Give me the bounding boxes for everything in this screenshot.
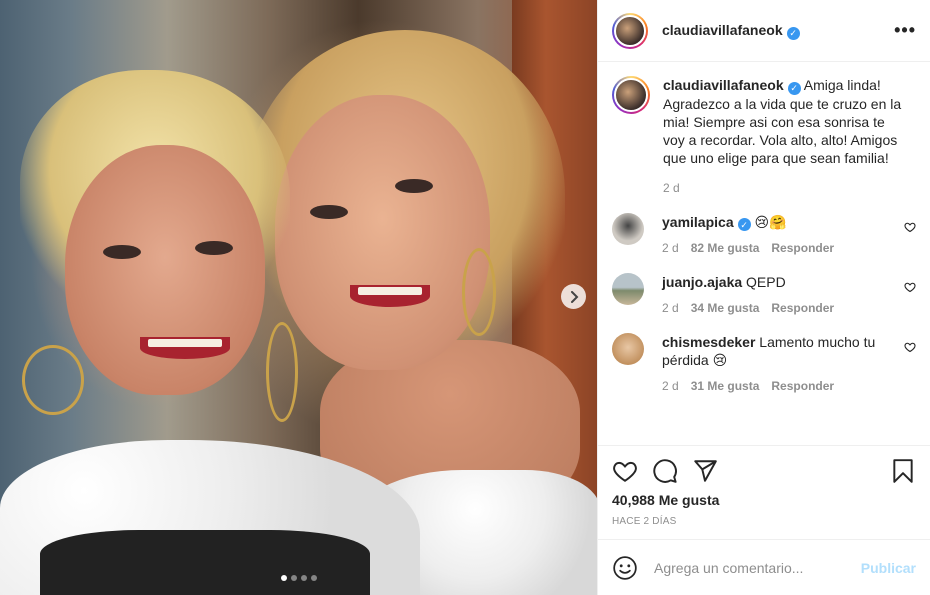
photo-mouth [350,285,430,307]
comment-reply-button[interactable]: Responder [771,241,834,255]
photo-earring [462,248,496,336]
verified-badge-icon: ✓ [786,26,800,40]
caption-text-block: claudiavillafaneok ✓ Amiga linda! Agradez… [663,76,916,167]
comment-input[interactable] [654,559,861,576]
emoji-smiley-icon[interactable] [612,555,638,581]
post-header: claudiavillafaneok ✓ ••• [598,0,930,62]
comment-row: chismesdeker Lamento mucho tu pérdida 😢 … [612,333,916,393]
caption-time[interactable]: 2 d [663,181,680,195]
author-username-wrap: claudiavillafaneok ✓ [662,22,800,40]
carousel-dot [300,575,307,581]
likes-count[interactable]: 40,988 Me gusta [612,492,916,508]
comment-time[interactable]: 2 d [662,241,679,255]
comment-avatar[interactable] [612,212,644,245]
photo-dress-dark [40,530,370,595]
comment-username[interactable]: chismesdeker [662,334,755,350]
photo-eye [395,179,433,193]
comment-meta: 2 d 34 Me gusta Responder [662,301,834,315]
carousel-next-button[interactable] [561,284,586,309]
comment-text: 😢🤗 [754,213,787,230]
caption-meta: 2 d [663,181,916,195]
comment-text: QEPD [746,274,786,290]
comment-text-block: yamilapica ✓ 😢🤗 [662,213,834,231]
comment-like-heart-icon[interactable] [904,221,916,233]
comment-time[interactable]: 2 d [662,379,679,393]
comment-like-heart-icon[interactable] [904,281,916,293]
author-avatar[interactable] [612,12,648,49]
comment-bubble-icon[interactable] [652,458,678,484]
comment-avatar[interactable] [612,333,644,365]
comment-meta: 2 d 82 Me gusta Responder [662,241,834,255]
photo-earring [266,322,298,422]
carousel-dot [310,575,317,581]
comment-username[interactable]: juanjo.ajaka [662,274,742,290]
add-comment-bar: Publicar [598,539,930,595]
like-heart-icon[interactable] [612,458,638,484]
verified-badge-icon: ✓ [787,81,801,95]
comment-row: yamilapica ✓ 😢🤗 2 d 82 Me gusta Responder [612,212,916,255]
comment-username[interactable]: yamilapica [662,214,734,230]
photo-face-left [65,145,265,395]
carousel-dot-active [280,575,287,581]
author-username[interactable]: claudiavillafaneok [662,22,783,38]
instagram-post: claudiavillafaneok ✓ ••• claudiavillafane… [0,0,930,595]
more-options-icon[interactable]: ••• [894,20,916,41]
comment-row: juanjo.ajaka QEPD 2 d 34 Me gusta Respon… [612,273,916,315]
comment-meta: 2 d 31 Me gusta Responder [662,379,916,393]
carousel-dot [290,575,297,581]
caption-row: claudiavillafaneok ✓ Amiga linda! Agradez… [612,76,916,195]
caption-avatar[interactable] [612,76,650,114]
post-side-panel: claudiavillafaneok ✓ ••• claudiavillafane… [597,0,930,595]
chevron-right-icon [570,290,578,303]
comment-avatar[interactable] [612,273,644,305]
photo-eye [103,245,141,259]
photo-eye [195,241,233,255]
comment-text-block: chismesdeker Lamento mucho tu pérdida 😢 [662,333,916,369]
comment-likes[interactable]: 31 Me gusta [691,379,760,393]
comment-reply-button[interactable]: Responder [771,301,834,315]
comment-likes[interactable]: 82 Me gusta [691,241,760,255]
comment-time[interactable]: 2 d [662,301,679,315]
share-paper-plane-icon[interactable] [692,458,718,484]
save-bookmark-icon[interactable] [890,458,916,484]
post-actions: 40,988 Me gusta HACE 2 DÍAS [598,445,930,527]
comment-reply-button[interactable]: Responder [771,379,834,393]
publish-button[interactable]: Publicar [861,560,916,576]
comments-list: claudiavillafaneok ✓ Amiga linda! Agradez… [598,62,930,445]
carousel-dots [0,575,597,581]
verified-badge-icon: ✓ [737,218,751,231]
post-photo[interactable] [0,0,597,595]
action-icons-bar [612,456,916,486]
comment-like-heart-icon[interactable] [904,341,916,353]
photo-face-right [275,95,490,370]
photo-earring [22,345,84,415]
comment-text-block: juanjo.ajaka QEPD [662,273,834,291]
comment-likes[interactable]: 34 Me gusta [691,301,760,315]
photo-mouth [140,337,230,359]
caption-username[interactable]: claudiavillafaneok [663,77,784,93]
post-time-ago[interactable]: HACE 2 DÍAS [612,516,916,527]
photo-eye [310,205,348,219]
